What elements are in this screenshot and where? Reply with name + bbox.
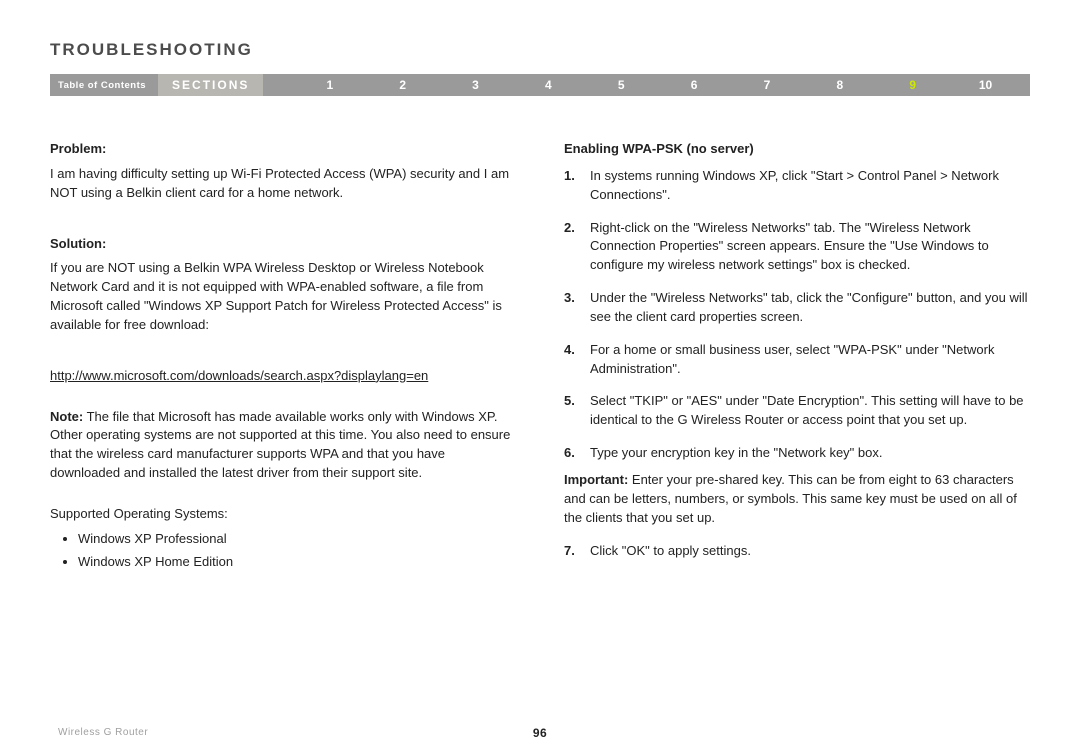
step-item: 2.Right-click on the "Wireless Networks"…	[564, 219, 1030, 276]
step-text: In systems running Windows XP, click "St…	[590, 167, 1030, 205]
step-text: Type your encryption key in the "Network…	[590, 444, 1030, 463]
list-item: Windows XP Home Edition	[78, 553, 516, 572]
section-link-8[interactable]: 8	[803, 78, 876, 92]
step-item: 5.Select "TKIP" or "AES" under "Date Enc…	[564, 392, 1030, 430]
problem-text: I am having difficulty setting up Wi-Fi …	[50, 165, 516, 203]
toc-link[interactable]: Table of Contents	[50, 80, 158, 91]
supported-os-heading: Supported Operating Systems:	[50, 505, 516, 524]
note-label: Note:	[50, 409, 83, 424]
note-text: The file that Microsoft has made availab…	[50, 409, 510, 481]
important-text: Enter your pre-shared key. This can be f…	[564, 472, 1017, 525]
step-item: 4.For a home or small business user, sel…	[564, 341, 1030, 379]
step-text: Select "TKIP" or "AES" under "Date Encry…	[590, 392, 1030, 430]
step-number: 6.	[564, 444, 590, 463]
product-name: Wireless G Router	[58, 727, 148, 738]
step-text: Under the "Wireless Networks" tab, click…	[590, 289, 1030, 327]
page-footer: Wireless G Router 96	[58, 727, 1022, 738]
left-column: Problem: I am having difficulty setting …	[50, 140, 516, 576]
enabling-heading: Enabling WPA-PSK (no server)	[564, 140, 1030, 159]
supported-os-list: Windows XP Professional Windows XP Home E…	[50, 530, 516, 572]
download-link[interactable]: http://www.microsoft.com/downloads/searc…	[50, 367, 428, 386]
section-link-4[interactable]: 4	[512, 78, 585, 92]
step-number: 7.	[564, 542, 590, 561]
section-link-3[interactable]: 3	[439, 78, 512, 92]
list-item: Windows XP Professional	[78, 530, 516, 549]
sections-navbar: Table of Contents SECTIONS 12345678910	[50, 74, 1030, 96]
solution-text: If you are NOT using a Belkin WPA Wirele…	[50, 259, 516, 334]
right-column: Enabling WPA-PSK (no server) 1.In system…	[564, 140, 1030, 576]
step-7: 7. Click "OK" to apply settings.	[564, 542, 1030, 561]
step-number: 4.	[564, 341, 590, 379]
section-link-6[interactable]: 6	[658, 78, 731, 92]
solution-heading: Solution:	[50, 235, 516, 254]
section-link-2[interactable]: 2	[366, 78, 439, 92]
note-paragraph: Note: The file that Microsoft has made a…	[50, 408, 516, 483]
section-link-1[interactable]: 1	[293, 78, 366, 92]
page-number: 96	[533, 726, 547, 740]
step-number: 3.	[564, 289, 590, 327]
sections-label: SECTIONS	[158, 74, 263, 96]
steps-list: 1.In systems running Windows XP, click "…	[564, 167, 1030, 463]
step-text: Right-click on the "Wireless Networks" t…	[590, 219, 1030, 276]
step-number: 5.	[564, 392, 590, 430]
step-text: Click "OK" to apply settings.	[590, 542, 1030, 561]
step-number: 1.	[564, 167, 590, 205]
step-text: For a home or small business user, selec…	[590, 341, 1030, 379]
step-item: 6.Type your encryption key in the "Netwo…	[564, 444, 1030, 463]
section-link-10[interactable]: 10	[949, 78, 1022, 92]
important-paragraph: Important: Enter your pre-shared key. Th…	[564, 471, 1030, 528]
step-number: 2.	[564, 219, 590, 276]
step-item: 3.Under the "Wireless Networks" tab, cli…	[564, 289, 1030, 327]
section-link-7[interactable]: 7	[731, 78, 804, 92]
important-label: Important:	[564, 472, 628, 487]
sections-numbers: 12345678910	[263, 78, 1030, 92]
problem-heading: Problem:	[50, 140, 516, 159]
page-title: TROUBLESHOOTING	[50, 40, 1030, 60]
section-link-5[interactable]: 5	[585, 78, 658, 92]
section-link-9[interactable]: 9	[876, 78, 949, 92]
step-item: 1.In systems running Windows XP, click "…	[564, 167, 1030, 205]
